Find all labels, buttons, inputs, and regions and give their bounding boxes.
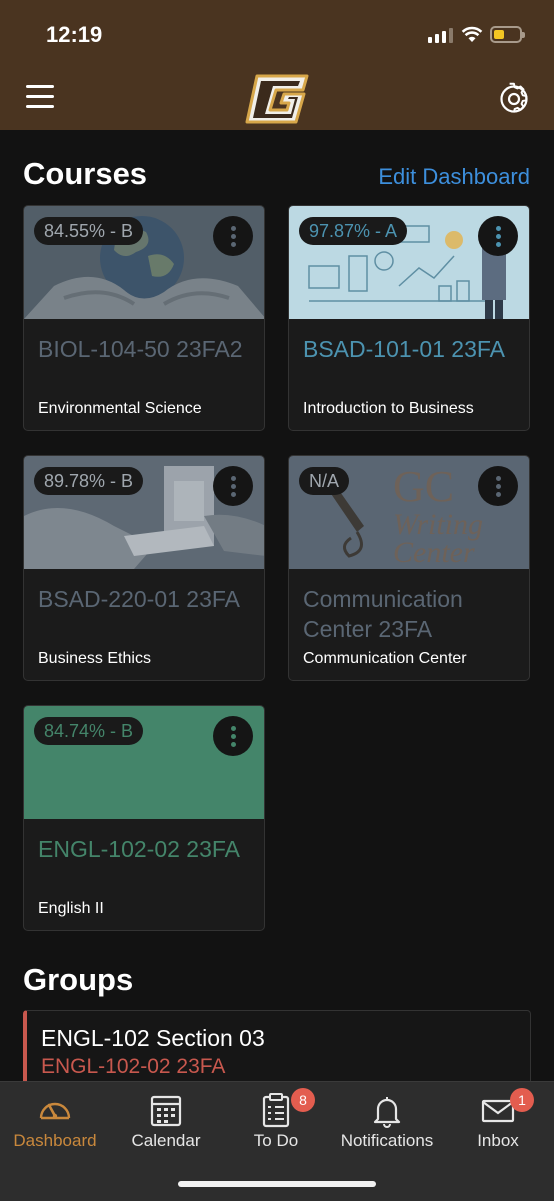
bell-icon bbox=[373, 1097, 401, 1128]
calendar-icon bbox=[150, 1095, 182, 1127]
tab-label: To Do bbox=[253, 1131, 299, 1150]
course-card-communication-center[interactable]: GC Writing Center N/A Communication Cent… bbox=[288, 455, 530, 681]
course-card-engl-102[interactable]: 84.74% - B ENGL-102-02 23FA English II bbox=[23, 705, 265, 931]
tab-to-do[interactable]: 8 To Do bbox=[221, 1082, 331, 1162]
tab-inbox[interactable]: 1 Inbox bbox=[443, 1082, 553, 1162]
todo-clipboard-icon bbox=[262, 1093, 290, 1128]
course-name: Introduction to Business bbox=[303, 400, 474, 417]
course-card-bsad-220[interactable]: 89.78% - B BSAD-220-01 23FA Business Eth… bbox=[23, 455, 265, 681]
grade-pill: 89.78% - B bbox=[34, 467, 144, 495]
course-options-button[interactable] bbox=[213, 466, 253, 506]
tab-label: Dashboard bbox=[13, 1131, 97, 1150]
course-options-button[interactable] bbox=[213, 716, 253, 756]
course-code: BIOL-104-50 23FA2 bbox=[38, 336, 243, 362]
tab-calendar[interactable]: Calendar bbox=[111, 1082, 221, 1162]
groups-heading: Groups bbox=[23, 962, 134, 997]
courses-heading: Courses bbox=[23, 156, 148, 191]
home-indicator bbox=[178, 1181, 376, 1187]
cellular-signal-icon bbox=[428, 28, 453, 43]
tab-notifications[interactable]: Notifications bbox=[332, 1082, 442, 1162]
course-code: ENGL-102-02 23FA bbox=[38, 836, 241, 862]
menu-button[interactable] bbox=[26, 85, 56, 109]
inbox-count-badge: 1 bbox=[510, 1088, 534, 1112]
group-title: ENGL-102 Section 03 bbox=[41, 1025, 265, 1051]
course-code: BSAD-220-01 23FA bbox=[38, 586, 241, 612]
course-card-bsad-101[interactable]: 97.87% - A BSAD-101-01 23FA Introduction… bbox=[288, 205, 530, 431]
wifi-icon bbox=[461, 26, 483, 42]
course-name: English II bbox=[38, 900, 104, 917]
tab-label: Notifications bbox=[340, 1131, 434, 1150]
dashboard-gauge-icon bbox=[39, 1102, 71, 1120]
course-name: Environmental Science bbox=[38, 400, 202, 417]
course-name: Business Ethics bbox=[38, 650, 151, 667]
settings-gear-icon[interactable] bbox=[497, 82, 531, 116]
group-subtitle: ENGL-102-02 23FA bbox=[41, 1055, 226, 1078]
grade-pill: 84.74% - B bbox=[34, 717, 144, 745]
todo-count-badge: 8 bbox=[291, 1088, 315, 1112]
course-options-button[interactable] bbox=[478, 216, 518, 256]
battery-icon bbox=[490, 26, 525, 43]
top-bar: 12:19 bbox=[0, 0, 554, 130]
tab-label: Inbox bbox=[477, 1131, 519, 1150]
course-name: Communication Center bbox=[303, 650, 467, 667]
course-code: BSAD-101-01 23FA bbox=[303, 336, 506, 362]
tab-dashboard[interactable]: Dashboard bbox=[0, 1082, 110, 1162]
course-code: Communication Center 23FA bbox=[303, 586, 463, 642]
course-card-biol-104[interactable]: 84.55% - B BIOL-104-50 23FA2 Environment… bbox=[23, 205, 265, 431]
school-logo bbox=[245, 74, 309, 124]
course-options-button[interactable] bbox=[213, 216, 253, 256]
svg-text:GC: GC bbox=[393, 462, 454, 511]
grade-pill: N/A bbox=[299, 467, 350, 495]
svg-text:Center: Center bbox=[393, 536, 475, 569]
tab-label: Calendar bbox=[131, 1131, 201, 1150]
edit-dashboard-link[interactable]: Edit Dashboard bbox=[378, 164, 530, 190]
grade-pill: 84.55% - B bbox=[34, 217, 144, 245]
status-time: 12:19 bbox=[46, 22, 103, 47]
grade-pill: 97.87% - A bbox=[299, 217, 408, 245]
course-options-button[interactable] bbox=[478, 466, 518, 506]
